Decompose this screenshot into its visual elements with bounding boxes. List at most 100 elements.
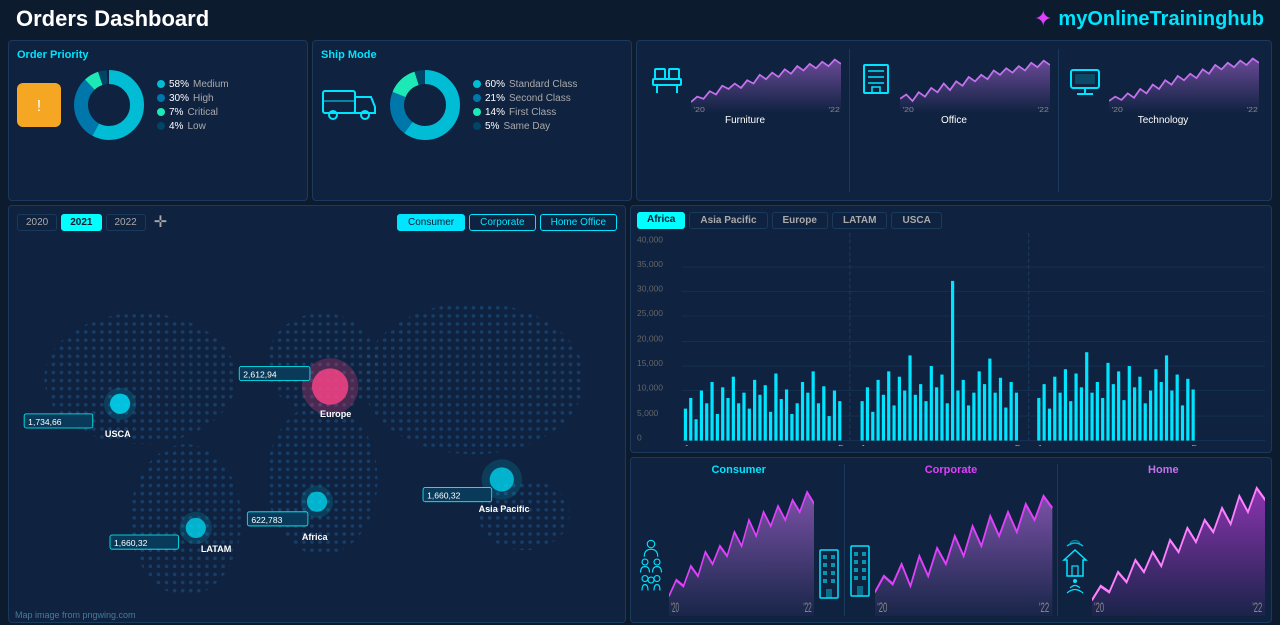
top-row: Order Priority ! — [0, 38, 1280, 203]
svg-text:'20: '20 — [694, 105, 706, 113]
svg-text:D: D — [1015, 443, 1021, 446]
legend-item-low: 4% Low — [157, 121, 229, 132]
svg-text:'20: '20 — [903, 105, 915, 113]
segment-consumer-btn[interactable]: Consumer — [397, 214, 465, 231]
svg-text:622,783: 622,783 — [251, 515, 282, 525]
year-2020-btn[interactable]: 2020 — [17, 214, 57, 231]
svg-text:'22: '22 — [1252, 601, 1262, 616]
office-sparkline: '20 '22 Office — [854, 49, 1054, 192]
consumer-area-chart: '20 '22 — [669, 476, 814, 616]
critical-label: Critical — [187, 107, 218, 118]
svg-text:'22: '22 — [1038, 105, 1050, 113]
logo: ✦ myOnlineTraininghub — [1034, 6, 1264, 32]
tab-latam[interactable]: LATAM — [832, 212, 888, 229]
svg-text:'20: '20 — [878, 601, 888, 616]
order-priority-legend: 58% Medium 30% High 7% Critical — [157, 79, 229, 132]
bar-chart-svg: 0 5,000 10,000 15,000 20,000 25,000 30,0… — [637, 233, 1265, 446]
home-chart-content: '20 '22 — [1062, 476, 1265, 616]
logo-my: my — [1058, 8, 1087, 30]
svg-text:Asia Pacific: Asia Pacific — [479, 504, 530, 514]
logo-brand: OnlineTraininghub — [1087, 8, 1264, 30]
home-area-chart: '20 '22 — [1092, 476, 1265, 616]
office-chart: '20 '22 — [900, 53, 1050, 113]
ship-mode-legend: 60% Standard Class 21% Second Class 14% … — [473, 79, 577, 132]
tab-europe[interactable]: Europe — [772, 212, 828, 229]
svg-text:15,000: 15,000 — [637, 358, 663, 368]
medium-dot — [157, 80, 165, 88]
tab-usca[interactable]: USCA — [891, 212, 941, 229]
corporate-area-chart: '20 '22 — [875, 476, 1052, 616]
low-dot — [157, 122, 165, 130]
bottom-charts-panel: Consumer — [630, 457, 1272, 623]
order-priority-panel: Order Priority ! — [8, 40, 308, 201]
main-row: 2020 2021 2022 ✛ Consumer Corporate Home… — [0, 203, 1280, 625]
low-pct: 4% — [169, 121, 183, 132]
legend-item-medium: 58% Medium — [157, 79, 229, 90]
year-2022-btn[interactable]: 2022 — [106, 214, 146, 231]
map-controls: 2020 2021 2022 ✛ Consumer Corporate Home… — [9, 206, 625, 236]
legend-first: 14% First Class — [473, 107, 577, 118]
svg-text:USCA: USCA — [105, 429, 131, 439]
ship-mode-title: Ship Mode — [321, 49, 623, 61]
map-note: Map image from pngwing.com — [15, 610, 136, 620]
svg-text:D: D — [838, 443, 844, 446]
svg-text:30,000: 30,000 — [637, 284, 663, 294]
corporate-segment-chart: Corporate — [849, 464, 1052, 616]
divider-2 — [1057, 464, 1058, 616]
divider-1 — [844, 464, 845, 616]
svg-text:20,000: 20,000 — [637, 334, 663, 344]
svg-text:35,000: 35,000 — [637, 259, 663, 269]
svg-text:5,000: 5,000 — [637, 408, 659, 418]
tab-asia-pacific[interactable]: Asia Pacific — [689, 212, 767, 229]
dashboard: Orders Dashboard ✦ myOnlineTraininghub O… — [0, 0, 1280, 625]
bar-chart-panel: Africa Asia Pacific Europe LATAM USCA 0 … — [630, 205, 1272, 453]
svg-text:'22: '22 — [803, 600, 811, 615]
tab-africa[interactable]: Africa — [637, 212, 685, 229]
consumer-building-icon — [818, 545, 840, 616]
svg-text:D: D — [1192, 443, 1198, 446]
consumer-chart-content: '20 '22 — [637, 476, 840, 616]
order-priority-donut — [69, 65, 149, 145]
bar-chart-area: 0 5,000 10,000 15,000 20,000 25,000 30,0… — [637, 233, 1265, 446]
high-label: High — [193, 93, 214, 104]
low-label: Low — [187, 121, 205, 132]
segment-homeoffice-btn[interactable]: Home Office — [540, 214, 617, 231]
priority-icon: ! — [17, 83, 61, 127]
furniture-chart: '20 '22 — [691, 53, 841, 113]
furniture-sparkline: '20 '22 Furniture — [645, 49, 845, 192]
segment-corporate-btn[interactable]: Corporate — [469, 214, 535, 231]
furniture-icon — [649, 61, 685, 105]
legend-item-high: 30% High — [157, 93, 229, 104]
consumer-chart-title: Consumer — [637, 464, 840, 476]
svg-text:1,734,66: 1,734,66 — [28, 417, 62, 427]
consumer-segment-chart: Consumer — [637, 464, 840, 616]
svg-text:'22: '22 — [1039, 601, 1049, 616]
page-title: Orders Dashboard — [16, 6, 209, 32]
year-2021-btn[interactable]: 2021 — [61, 214, 101, 231]
svg-text:LATAM: LATAM — [201, 544, 231, 554]
priority-content: ! — [17, 65, 299, 145]
region-tabs: Africa Asia Pacific Europe LATAM USCA — [637, 212, 1265, 229]
svg-text:'20: '20 — [1112, 105, 1124, 113]
corporate-chart-content: '20 '22 — [849, 476, 1052, 616]
home-segment-chart: Home — [1062, 464, 1265, 616]
svg-text:0: 0 — [637, 433, 642, 443]
office-label: Office — [941, 115, 967, 126]
svg-text:2,612,94: 2,612,94 — [243, 369, 277, 379]
svg-text:1,660,32: 1,660,32 — [114, 538, 148, 548]
svg-text:!: ! — [37, 98, 41, 115]
logo-text: myOnlineTraininghub — [1058, 8, 1264, 31]
svg-text:40,000: 40,000 — [637, 235, 663, 245]
consumer-icon — [637, 538, 665, 616]
medium-label: Medium — [193, 79, 229, 90]
ship-mode-panel: Ship Mode — [312, 40, 632, 201]
home-icon — [1062, 538, 1088, 616]
technology-sparkline: '20 '22 Technology — [1063, 49, 1263, 192]
svg-text:'20: '20 — [671, 600, 679, 615]
svg-text:Africa: Africa — [302, 532, 329, 542]
technology-icon — [1067, 64, 1103, 103]
svg-text:J: J — [1037, 443, 1041, 446]
sparklines-panel: '20 '22 Furniture — [636, 40, 1272, 201]
svg-text:25,000: 25,000 — [637, 308, 663, 318]
critical-pct: 7% — [169, 107, 183, 118]
